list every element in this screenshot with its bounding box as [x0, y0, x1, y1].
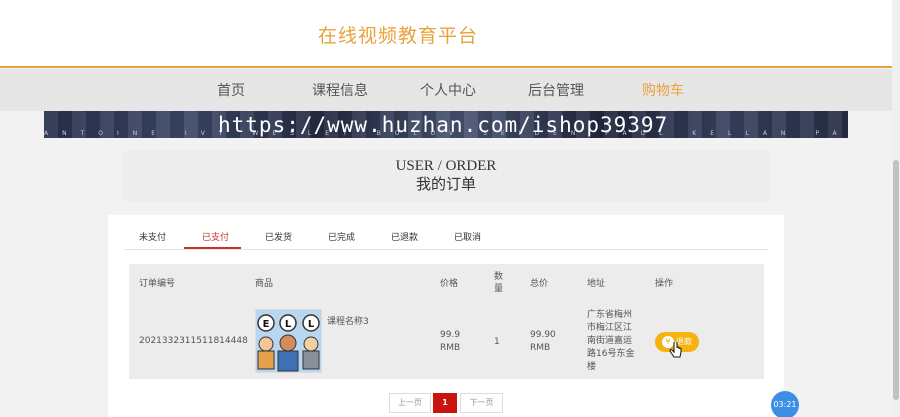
page-scrollbar[interactable] [892, 0, 900, 417]
pagination-page-1[interactable]: 1 [433, 393, 457, 413]
price-value: 99.9 RMB [440, 330, 461, 353]
col-total: 总价 [530, 279, 549, 289]
site-header: 在线视频教育平台 [0, 0, 892, 68]
product-image[interactable]: E L L [255, 309, 322, 373]
tab-divider [124, 249, 768, 250]
pagination-next[interactable]: 下一页 [460, 393, 503, 413]
col-address: 地址 [587, 279, 606, 289]
order-number: 20213323115118144​48 [139, 336, 248, 346]
product-letter-2: L [285, 319, 292, 330]
product-letter-1: E [263, 319, 270, 330]
pagination-prev[interactable]: 上一页 [389, 393, 431, 413]
order-heading: USER / ORDER 我的订单 [122, 151, 770, 201]
quantity-value: 1 [494, 337, 500, 347]
tab-shipped[interactable]: 已发货 [265, 230, 292, 243]
col-qty: 数量 [494, 272, 504, 294]
total-value: 99.90 RMB [530, 330, 556, 353]
col-price: 价格 [440, 279, 459, 289]
col-action: 操作 [655, 279, 674, 289]
nav-item-profile[interactable]: 个人中心 [420, 80, 476, 100]
tab-cancelled[interactable]: 已取消 [454, 230, 481, 243]
nav-item-cart[interactable]: 购物车 [642, 80, 684, 100]
tab-completed[interactable]: 已完成 [328, 230, 355, 243]
watermark-url: https://www.huzhan.com/ishop39397 [218, 113, 669, 137]
tab-paid[interactable]: 已支付 [202, 230, 229, 243]
nav-item-courses[interactable]: 课程信息 [312, 80, 368, 100]
order-heading-cn: 我的订单 [415, 175, 476, 193]
timer-badge[interactable]: 03:21 [771, 391, 799, 417]
order-table: 订单编号 商品 价格 数量 总价 地址 操作 20213323115118144… [129, 264, 764, 379]
scrollbar-thumb[interactable] [893, 160, 899, 400]
tab-refunded[interactable]: 已退款 [391, 230, 418, 243]
col-product: 商品 [255, 279, 274, 289]
product-letter-3: L [308, 319, 315, 330]
col-order-no: 订单编号 [139, 279, 176, 289]
site-title: 在线视频教育平台 [318, 25, 479, 47]
tab-unpaid[interactable]: 未支付 [139, 230, 166, 243]
address-value: 广东省梅州市梅江区江南街道嘉运路16号东金楼 [587, 310, 635, 372]
order-heading-en: USER / ORDER [395, 158, 497, 174]
hand-cursor-icon [669, 342, 682, 358]
nav-item-admin[interactable]: 后台管理 [528, 80, 584, 100]
product-name[interactable]: 课程名称3 [327, 316, 369, 329]
main-navbar: 首页 课程信息 个人中心 后台管理 购物车 [0, 69, 892, 111]
order-panel: 未支付 已支付 已发货 已完成 已退款 已取消 订单编号 商品 价格 数量 总价… [108, 215, 784, 417]
nav-item-home[interactable]: 首页 [217, 80, 245, 100]
